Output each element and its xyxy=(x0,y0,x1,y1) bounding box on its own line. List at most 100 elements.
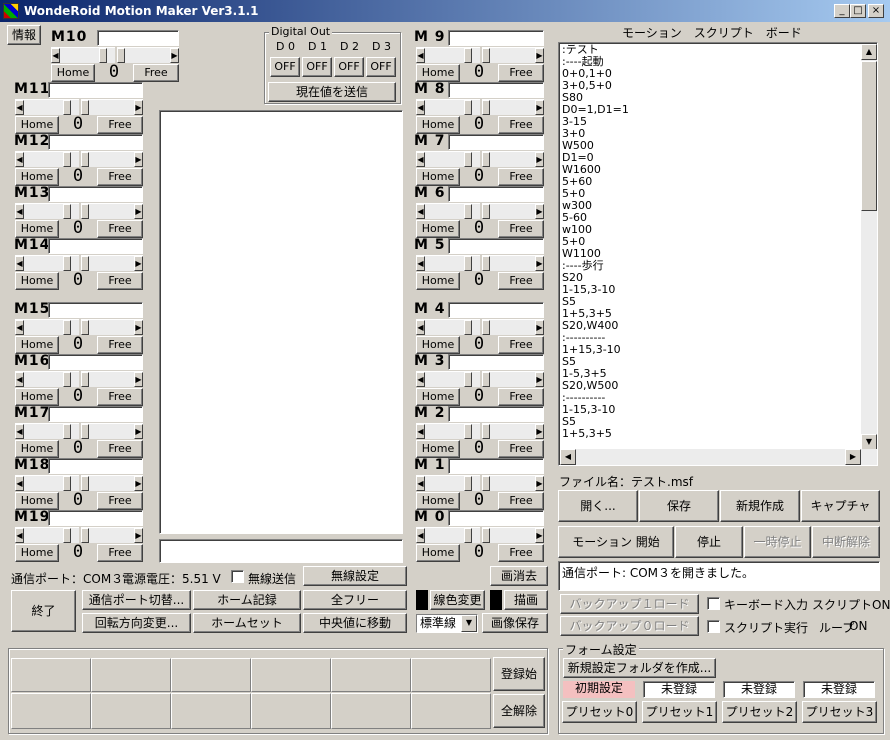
motor-m17-free-button[interactable]: Free xyxy=(97,440,143,458)
chevron-right-icon[interactable]: ▶ xyxy=(535,100,544,115)
chevron-right-icon[interactable]: ▶ xyxy=(535,320,544,335)
motor-m12-slider-left[interactable]: ◀ xyxy=(15,151,79,167)
chevron-right-icon[interactable]: ▶ xyxy=(535,476,544,491)
chevron-right-icon[interactable]: ▶ xyxy=(134,372,143,387)
motor-m16-free-button[interactable]: Free xyxy=(97,388,143,406)
motor-m17-home-button[interactable]: Home xyxy=(15,440,59,458)
motor-m13-free-button[interactable]: Free xyxy=(97,220,143,238)
motor-m11-slider-left[interactable]: ◀ xyxy=(15,99,79,115)
chevron-right-icon[interactable]: ▶ xyxy=(535,48,544,63)
stop-button[interactable]: 停止 xyxy=(675,526,743,558)
release-all-button[interactable]: 全解除 xyxy=(493,694,545,728)
motor-m9-slider-right[interactable]: ▶ xyxy=(482,47,544,63)
slider-thumb[interactable] xyxy=(81,256,89,271)
slider-thumb[interactable] xyxy=(117,48,125,63)
motor-m0-name-field[interactable] xyxy=(448,510,544,526)
save-image-button[interactable]: 画像保存 xyxy=(482,613,548,633)
chevron-left-icon[interactable]: ◀ xyxy=(416,48,425,63)
backup1-load-button[interactable]: バックアップ１ロード xyxy=(560,594,699,614)
slider-thumb[interactable] xyxy=(464,476,472,491)
new-button[interactable]: 新規作成 xyxy=(720,490,800,522)
motor-m18-name-field[interactable] xyxy=(48,458,143,474)
motor-m10-name-field[interactable] xyxy=(97,30,179,46)
motor-m5-home-button[interactable]: Home xyxy=(416,272,460,290)
motor-m6-slider-left[interactable]: ◀ xyxy=(416,203,480,219)
preset-button-3[interactable]: プリセット3 xyxy=(802,701,877,723)
chevron-right-icon[interactable]: ▶ xyxy=(170,48,179,63)
register-cell[interactable] xyxy=(91,693,171,729)
keyboard-input-checkbox[interactable] xyxy=(707,597,720,610)
all-free-button[interactable]: 全フリー xyxy=(303,590,407,610)
register-cell[interactable] xyxy=(171,658,251,692)
motor-m19-slider-right[interactable]: ▶ xyxy=(81,527,143,543)
scroll-up-icon[interactable]: ▲ xyxy=(861,44,877,60)
resume-button[interactable]: 中断解除 xyxy=(812,526,880,558)
home-set-button[interactable]: ホームセット xyxy=(193,613,301,633)
clear-screen-button[interactable]: 画消去 xyxy=(490,566,548,586)
register-cell[interactable] xyxy=(11,693,91,729)
chevron-left-icon[interactable]: ◀ xyxy=(416,476,425,491)
chevron-left-icon[interactable]: ◀ xyxy=(416,100,425,115)
motor-m11-free-button[interactable]: Free xyxy=(97,116,143,134)
slider-thumb[interactable] xyxy=(63,100,71,115)
motor-m16-home-button[interactable]: Home xyxy=(15,388,59,406)
register-cell[interactable] xyxy=(411,693,491,729)
scroll-down-icon[interactable]: ▼ xyxy=(861,434,877,450)
motor-m10-free-button[interactable]: Free xyxy=(133,64,179,82)
slider-thumb[interactable] xyxy=(464,48,472,63)
chevron-left-icon[interactable]: ◀ xyxy=(15,152,24,167)
motor-m18-free-button[interactable]: Free xyxy=(97,492,143,510)
chevron-left-icon[interactable]: ◀ xyxy=(15,424,24,439)
motor-m4-home-button[interactable]: Home xyxy=(416,336,460,354)
chevron-left-icon[interactable]: ◀ xyxy=(15,100,24,115)
script-exec-checkbox[interactable] xyxy=(707,620,720,633)
chevron-right-icon[interactable]: ▶ xyxy=(134,528,143,543)
slider-thumb[interactable] xyxy=(63,424,71,439)
motor-m11-home-button[interactable]: Home xyxy=(15,116,59,134)
slider-thumb[interactable] xyxy=(99,48,107,63)
chevron-left-icon[interactable]: ◀ xyxy=(15,320,24,335)
slider-thumb[interactable] xyxy=(464,372,472,387)
motor-m14-slider-right[interactable]: ▶ xyxy=(81,255,143,271)
motor-m8-free-button[interactable]: Free xyxy=(498,116,544,134)
slider-thumb[interactable] xyxy=(63,256,71,271)
motor-m13-slider-right[interactable]: ▶ xyxy=(81,203,143,219)
chevron-right-icon[interactable]: ▶ xyxy=(535,256,544,271)
motor-m7-home-button[interactable]: Home xyxy=(416,168,460,186)
save-button[interactable]: 保存 xyxy=(639,490,719,522)
motor-m12-name-field[interactable] xyxy=(48,134,143,150)
slider-thumb[interactable] xyxy=(482,256,490,271)
slider-thumb[interactable] xyxy=(81,100,89,115)
close-button[interactable]: × xyxy=(868,4,884,18)
motor-m19-slider-left[interactable]: ◀ xyxy=(15,527,79,543)
motor-m6-free-button[interactable]: Free xyxy=(498,220,544,238)
motor-m17-slider-left[interactable]: ◀ xyxy=(15,423,79,439)
chevron-right-icon[interactable]: ▶ xyxy=(134,204,143,219)
chevron-down-icon[interactable]: ▼ xyxy=(461,615,477,632)
motor-m6-name-field[interactable] xyxy=(448,186,544,202)
motor-m14-home-button[interactable]: Home xyxy=(15,272,59,290)
motor-m0-slider-right[interactable]: ▶ xyxy=(482,527,544,543)
motor-m16-name-field[interactable] xyxy=(48,354,143,370)
motor-m14-free-button[interactable]: Free xyxy=(97,272,143,290)
chevron-left-icon[interactable]: ◀ xyxy=(416,528,425,543)
slider-thumb[interactable] xyxy=(482,48,490,63)
motor-m8-slider-right[interactable]: ▶ xyxy=(482,99,544,115)
motor-m1-name-field[interactable] xyxy=(448,458,544,474)
digital-out-toggle-3[interactable]: OFF xyxy=(366,57,396,77)
motor-m7-slider-left[interactable]: ◀ xyxy=(416,151,480,167)
motor-m11-name-field[interactable] xyxy=(48,82,143,98)
chevron-left-icon[interactable]: ◀ xyxy=(416,204,425,219)
motor-m19-home-button[interactable]: Home xyxy=(15,544,59,562)
chevron-left-icon[interactable]: ◀ xyxy=(416,256,425,271)
slider-thumb[interactable] xyxy=(63,320,71,335)
motor-m3-name-field[interactable] xyxy=(448,354,544,370)
slider-thumb[interactable] xyxy=(482,476,490,491)
motor-m1-slider-left[interactable]: ◀ xyxy=(416,475,480,491)
chevron-left-icon[interactable]: ◀ xyxy=(416,372,425,387)
motor-m4-slider-left[interactable]: ◀ xyxy=(416,319,480,335)
motor-m15-slider-left[interactable]: ◀ xyxy=(15,319,79,335)
motor-m10-slider-right[interactable]: ▶ xyxy=(117,47,179,63)
motor-m15-slider-right[interactable]: ▶ xyxy=(81,319,143,335)
motor-m5-slider-right[interactable]: ▶ xyxy=(482,255,544,271)
